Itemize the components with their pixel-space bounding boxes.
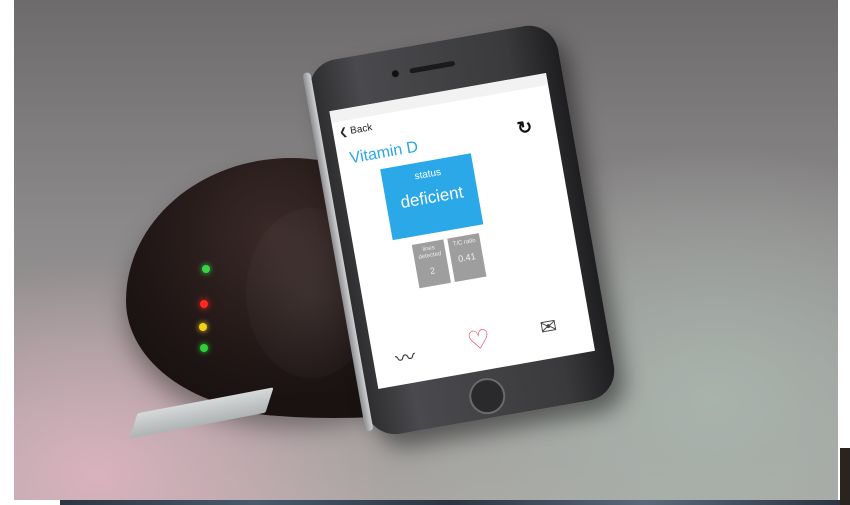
back-button[interactable]: ❮ Back bbox=[338, 122, 373, 139]
lines-value: 2 bbox=[429, 265, 436, 277]
status-bar bbox=[329, 73, 549, 124]
action-icons: 〰 ♡ ✉ bbox=[380, 307, 582, 371]
yellow-led bbox=[199, 323, 207, 331]
green-led bbox=[202, 265, 210, 273]
bottom-strip bbox=[60, 500, 840, 505]
back-label: Back bbox=[349, 122, 374, 137]
ratio-label: T/C ratio bbox=[452, 237, 477, 248]
refresh-icon[interactable]: ↻ bbox=[516, 116, 535, 139]
edge-bar bbox=[840, 448, 850, 505]
ratio-value: 0.41 bbox=[457, 251, 477, 265]
lines-detected-card: lines detected 2 bbox=[411, 239, 451, 289]
green-led-2 bbox=[200, 344, 208, 352]
camera bbox=[391, 69, 400, 78]
heart-icon[interactable]: ♡ bbox=[465, 323, 493, 358]
phone-screen: ❮ Back Vitamin D ↻ status deficient line… bbox=[329, 73, 595, 389]
chevron-left-icon: ❮ bbox=[338, 126, 349, 139]
signal-icon[interactable]: 〰 bbox=[393, 340, 418, 372]
home-button[interactable] bbox=[466, 375, 509, 417]
lines-label: lines detected bbox=[418, 245, 442, 261]
mail-icon[interactable]: ✉ bbox=[538, 313, 559, 341]
earpiece bbox=[409, 60, 456, 74]
status-card: status deficient bbox=[380, 153, 484, 241]
photo-scene: ❮ Back Vitamin D ↻ status deficient line… bbox=[14, 0, 838, 500]
red-led bbox=[200, 300, 208, 308]
tc-ratio-card: T/C ratio 0.41 bbox=[447, 233, 487, 283]
